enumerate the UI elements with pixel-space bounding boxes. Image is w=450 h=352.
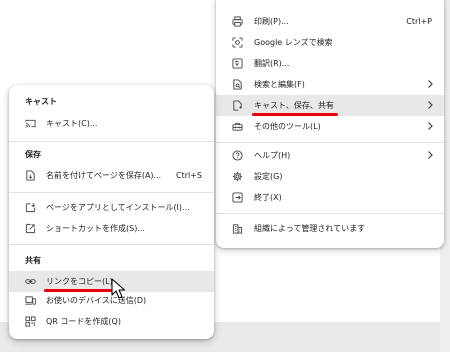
chevron-right-icon [428,101,433,109]
menu-item-label: Google レンズで検索 [254,38,333,47]
save-doc-icon [26,170,35,181]
shortcut-label: Ctrl+P [406,17,432,26]
menu-item-label: お使いのデバイスに送信(D) [46,296,147,305]
menu-item-label: 検索と編集(F) [254,80,305,89]
menu-item-label: キャスト、保存、共有 [254,101,334,110]
menu-item-find-edit[interactable]: 検索と編集(F) [216,74,444,95]
install-app-icon [25,202,36,213]
menu-item-help[interactable]: ヘルプ(H) [216,145,444,166]
gear-icon [232,171,243,182]
menu-item-translate[interactable]: 翻訳(R)... [216,53,444,74]
menu-item-label: 印刷(P)... [254,17,289,26]
doc-share-icon [233,100,243,111]
help-icon [232,150,243,161]
menu-item-label: 終了(X) [254,193,282,202]
menu-item-label: その他のツール(L) [254,122,321,131]
menu-item-more-tools[interactable]: その他のツール(L) [216,116,444,137]
shortcut-label: Ctrl+S [175,171,202,180]
menu-item-label: ページをアプリとしてインストール(I)... [46,203,190,212]
menu-item-exit[interactable]: 終了(X) [216,187,444,208]
menu-item-label: QR コードを作成(Q) [46,317,121,326]
menu-item-qr-code[interactable]: QR コードを作成(Q) [9,311,214,332]
menu-item-label: 名前を付けてページを保存(A)... [46,171,162,180]
exit-icon [232,192,243,203]
menu-divider [216,213,444,214]
find-doc-icon [233,79,242,90]
menu-divider [9,192,214,193]
menu-item-install-app[interactable]: ページをアプリとしてインストール(I)... [9,197,214,218]
menu-item-managed[interactable]: 組織によって管理されています [216,218,444,239]
menu-item-label: キャスト(C)... [46,119,98,128]
link-icon [25,279,36,284]
menu-divider [9,141,214,142]
shortcut-icon [25,223,36,234]
building-icon [232,224,243,234]
menu-item-label: 組織によって管理されています [254,224,366,233]
menu-divider [9,244,214,245]
menu-item-label: ショートカットを作成(S)... [46,224,145,233]
mouse-pointer-icon [111,278,126,299]
translate-icon [232,58,243,69]
menu-item-save-page[interactable]: 名前を付けてページを保存(A)... Ctrl+S [9,165,214,186]
chevron-right-icon [428,151,433,159]
cast-save-share-submenu: キャスト キャスト(C)... 保存 名前を付けてページを保存(A)... Ct… [9,85,214,339]
section-header-share: 共有 [25,256,41,265]
menu-item-label: 設定(G) [254,172,283,181]
chevron-right-icon [428,122,433,130]
menu-item-label: リンクをコピー(L) [46,277,113,286]
printer-icon [232,16,243,27]
section-header-cast: キャスト [25,97,57,106]
menu-item-label: ヘルプ(H) [254,151,291,160]
qr-code-icon [25,316,36,327]
menu-divider [216,142,444,143]
menu-item-label: 翻訳(R)... [254,59,290,68]
menu-item-cast[interactable]: キャスト(C)... [9,113,214,134]
menu-item-settings[interactable]: 設定(G) [216,166,444,187]
menu-item-print[interactable]: 印刷(P)... Ctrl+P [216,11,444,32]
chevron-right-icon [428,80,433,88]
devices-icon [25,296,36,305]
lens-icon [232,37,243,48]
toolbox-icon [232,122,243,131]
section-header-save: 保存 [25,150,41,159]
cast-icon [25,119,36,128]
menu-item-google-lens[interactable]: Google レンズで検索 [216,32,444,53]
menu-item-create-shortcut[interactable]: ショートカットを作成(S)... [9,218,214,239]
chrome-main-menu: 印刷(P)... Ctrl+P Google レンズで検索 翻訳(R)... 検… [216,0,444,248]
